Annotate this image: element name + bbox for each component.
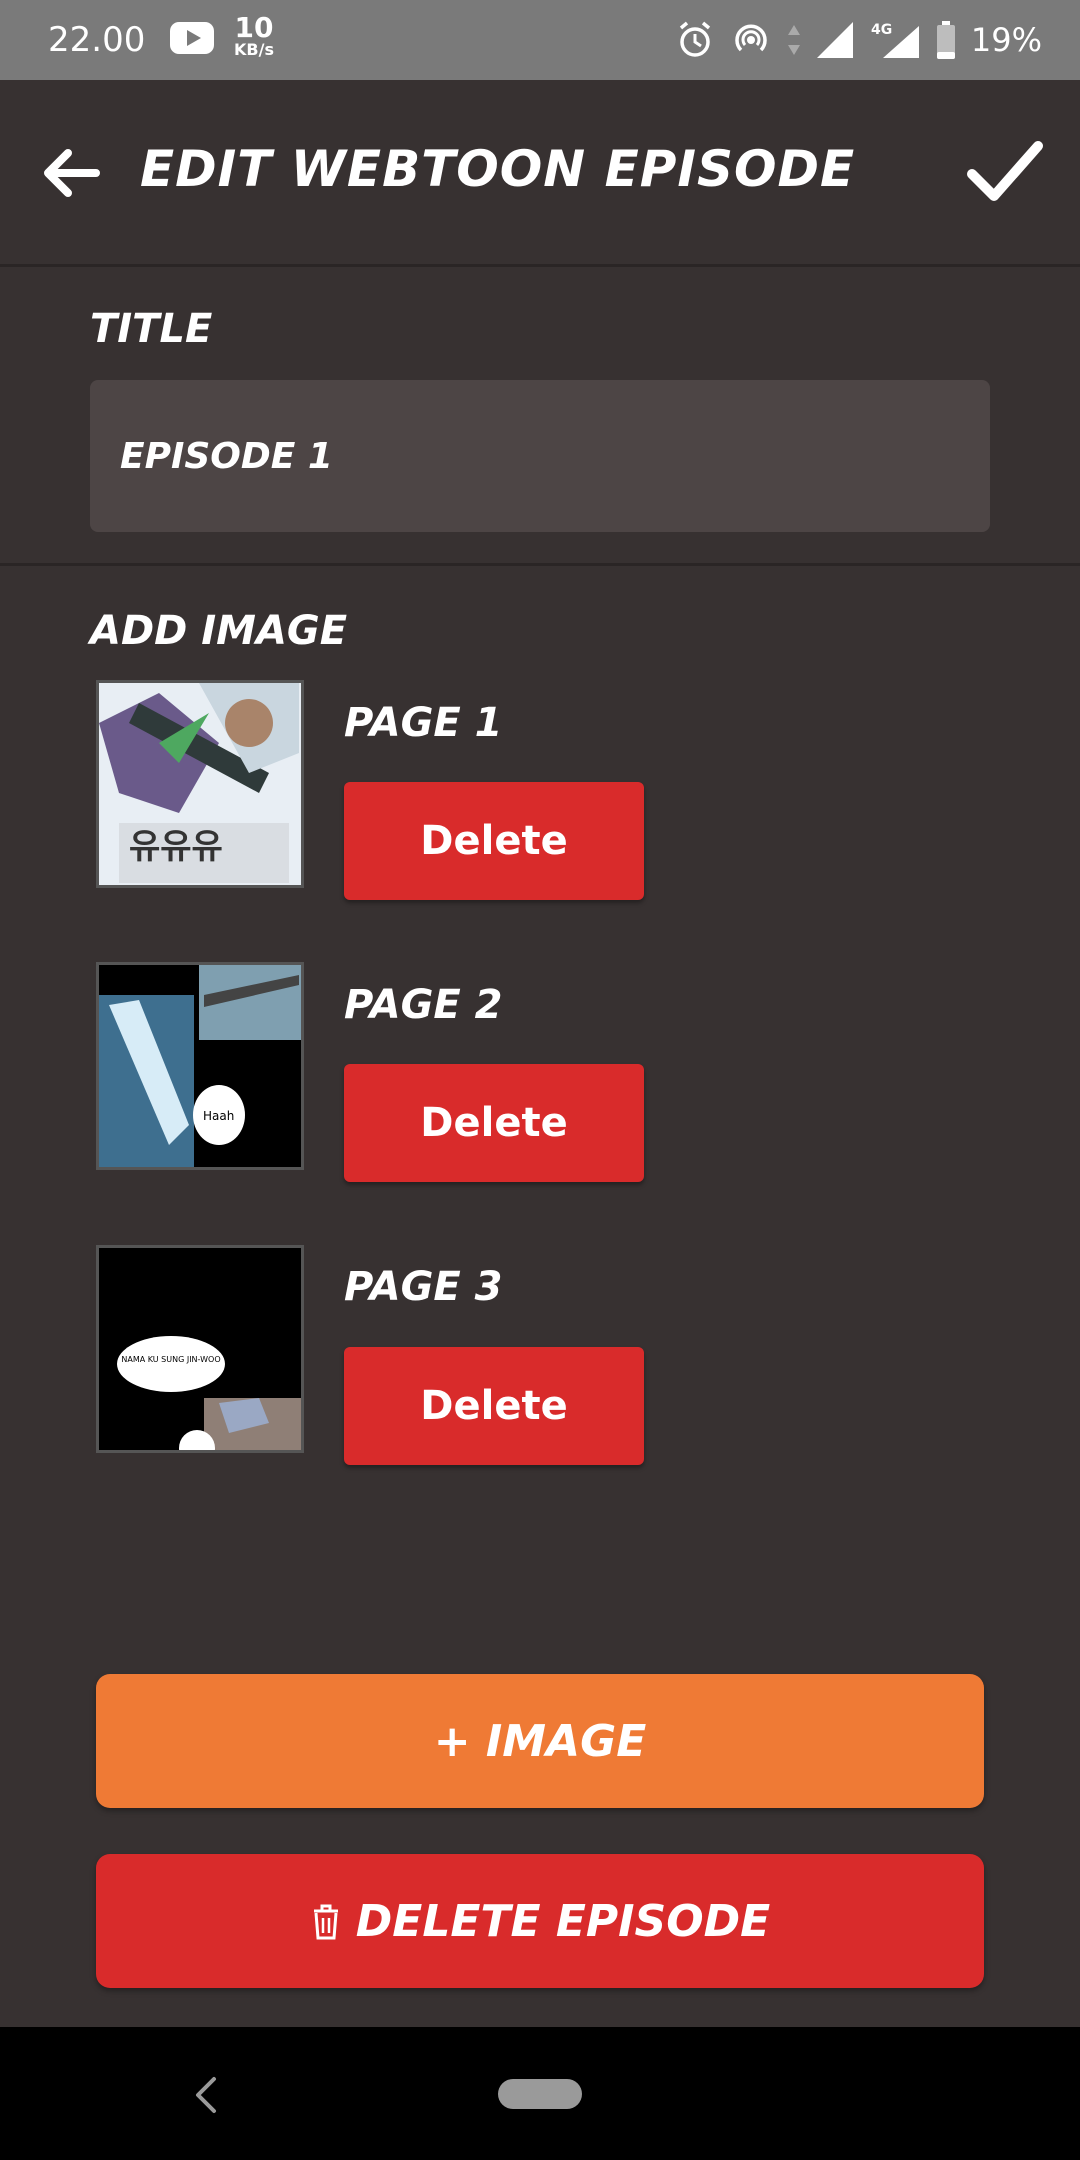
alarm-icon: [679, 21, 710, 57]
status-bar: 22.00 10 KB/s 4G 19%: [0, 0, 1080, 80]
nav-back-icon[interactable]: [190, 2075, 220, 2115]
page-3-image: NAMA KU SUNG JIN-WOO: [99, 1248, 301, 1450]
page-label: PAGE 2: [344, 982, 503, 1028]
add-image-button[interactable]: + IMAGE: [96, 1674, 984, 1808]
youtube-icon: [170, 22, 214, 54]
speech-bubble-text: NAMA KU SUNG JIN-WOO: [121, 1355, 220, 1364]
network-speed: 10 KB/s: [234, 14, 274, 58]
app-bar: EDIT WEBTOON EPISODE: [0, 80, 1080, 267]
check-icon[interactable]: [964, 136, 1044, 206]
page-thumbnail: Haah: [96, 962, 304, 1170]
delete-page-button[interactable]: Delete: [344, 1347, 644, 1465]
speed-value: 10: [234, 11, 274, 44]
data-arrows-icon: [787, 25, 800, 55]
delete-page-button[interactable]: Delete: [344, 782, 644, 900]
delete-episode-label: DELETE EPISODE: [355, 1895, 771, 1947]
svg-text:유유유: 유유유: [129, 827, 223, 867]
page-2-image: Haah: [99, 965, 301, 1167]
delete-page-button[interactable]: Delete: [344, 1064, 644, 1182]
nav-home-pill[interactable]: [498, 2079, 582, 2109]
trash-icon: [313, 1904, 338, 1940]
system-navigation-bar: [0, 2027, 1080, 2160]
battery-percent: 19%: [970, 21, 1042, 59]
delete-episode-button[interactable]: DELETE EPISODE: [96, 1854, 984, 1988]
speech-bubble-text: Haah: [203, 1109, 234, 1123]
page-label: PAGE 1: [344, 700, 503, 746]
speed-unit: KB/s: [234, 40, 274, 59]
add-image-button-label: + IMAGE: [433, 1715, 647, 1767]
svg-text:4G: 4G: [871, 22, 892, 38]
signal-4g-icon: 4G: [871, 22, 919, 58]
page-1-image: 유유유: [99, 683, 301, 885]
status-icons: 4G 19%: [675, 14, 1042, 66]
title-section-label: TITLE: [90, 306, 213, 352]
page-thumbnail: 유유유: [96, 680, 304, 888]
status-time: 22.00: [48, 20, 146, 60]
section-divider: [0, 563, 1080, 566]
arrow-left-icon[interactable]: [38, 140, 104, 206]
episode-title-input[interactable]: EPISODE 1: [90, 380, 990, 532]
hotspot-icon: [735, 24, 767, 52]
page-label: PAGE 3: [344, 1264, 503, 1310]
add-image-label: ADD IMAGE: [90, 608, 348, 654]
battery-icon: [936, 21, 955, 59]
page-title: EDIT WEBTOON EPISODE: [140, 140, 856, 198]
page-thumbnail: NAMA KU SUNG JIN-WOO: [96, 1245, 304, 1453]
signal-icon: [816, 22, 853, 58]
